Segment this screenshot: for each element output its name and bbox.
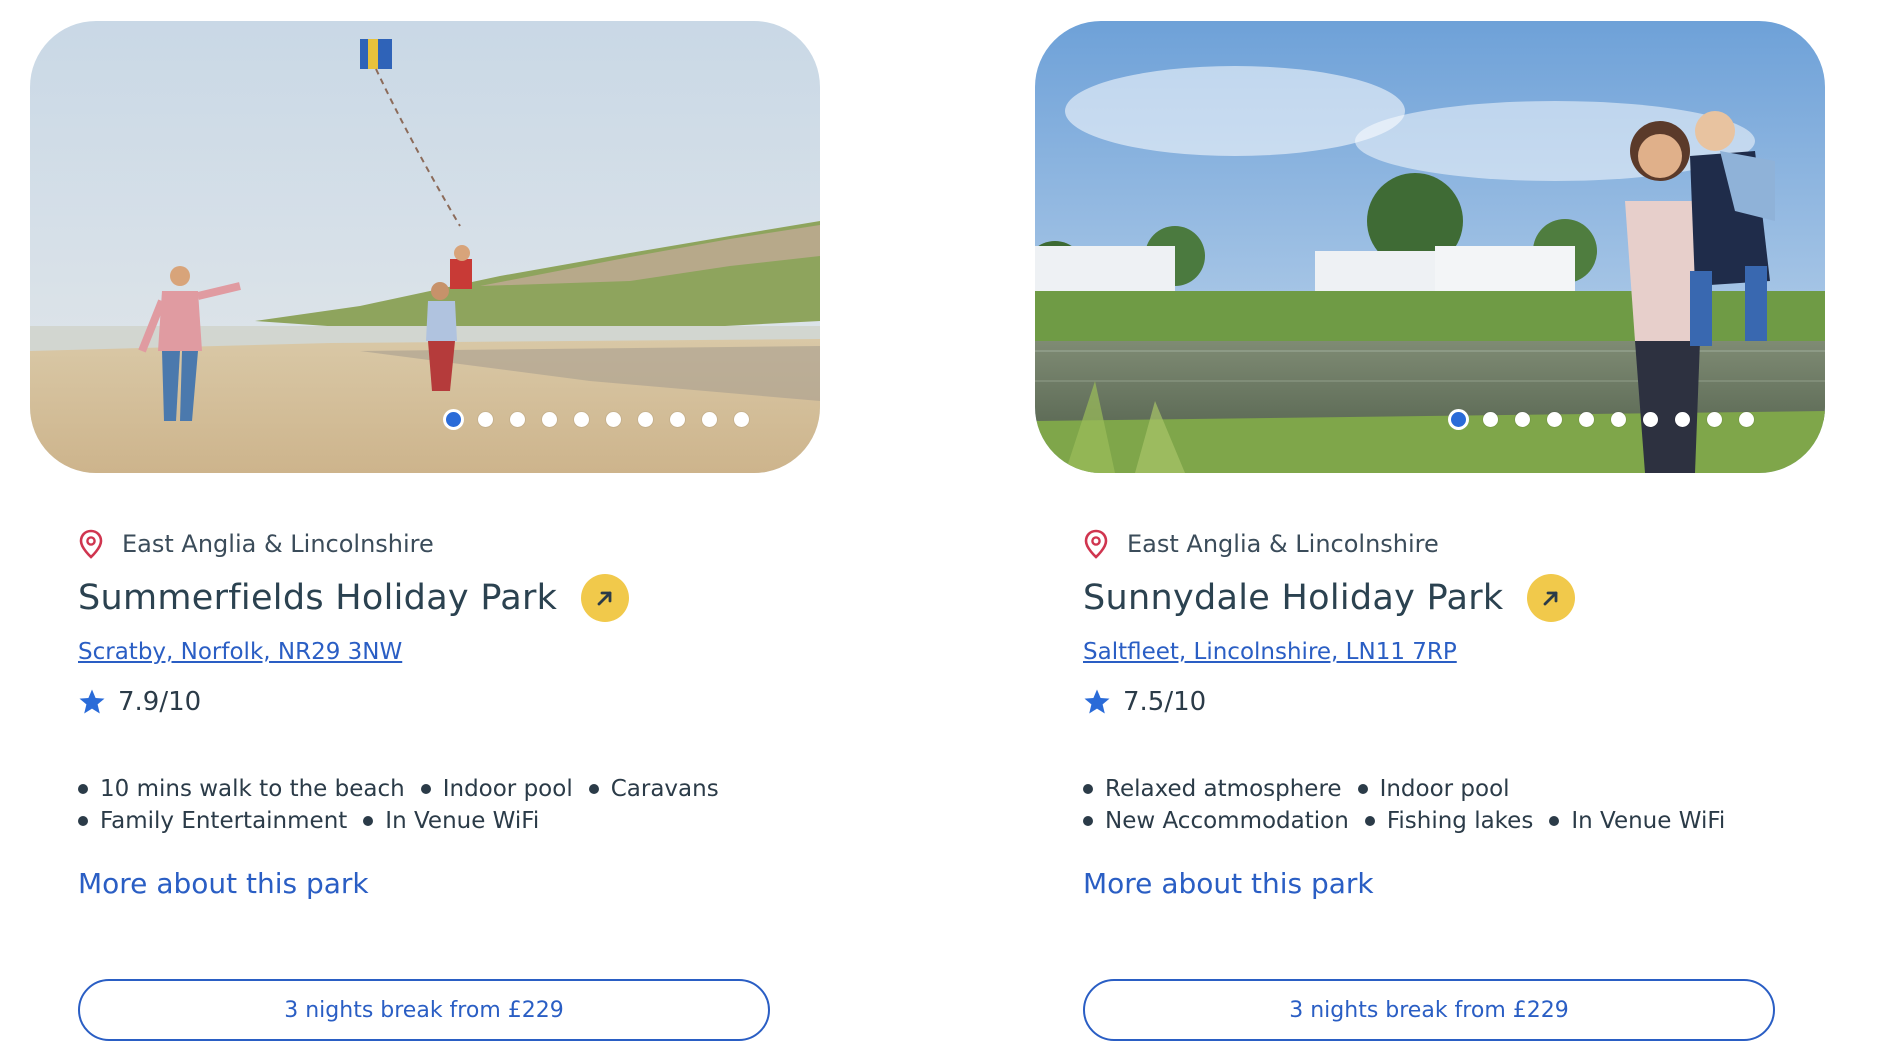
- feature-label: Indoor pool: [442, 776, 573, 802]
- bullet-icon: [1549, 816, 1560, 826]
- carousel-dot[interactable]: [510, 412, 525, 427]
- park-card: East Anglia & Lincolnshire Summerfields …: [30, 21, 820, 1051]
- region: East Anglia & Lincolnshire: [1083, 529, 1803, 559]
- feature-item: In Venue WiFi: [363, 807, 539, 835]
- carousel-dot[interactable]: [670, 412, 685, 427]
- rating-value: 7.9/10: [118, 687, 202, 717]
- arrow-up-right-icon: [1544, 591, 1558, 606]
- carousel-dot[interactable]: [574, 412, 589, 427]
- park-title-row: Sunnydale Holiday Park: [1083, 573, 1803, 623]
- more-about-park-link[interactable]: More about this park: [1083, 867, 1374, 900]
- carousel-dot[interactable]: [638, 412, 653, 427]
- carousel-dot[interactable]: [478, 412, 493, 427]
- more-about-park-link[interactable]: More about this park: [78, 867, 369, 900]
- carousel-dot[interactable]: [1643, 412, 1658, 427]
- carousel-dot[interactable]: [446, 412, 461, 427]
- carousel-dot[interactable]: [1611, 412, 1626, 427]
- park-address-link[interactable]: Scratby, Norfolk, NR29 3NW: [78, 639, 402, 665]
- rating-value: 7.5/10: [1123, 687, 1207, 717]
- park-name: Sunnydale Holiday Park: [1083, 578, 1504, 618]
- park-rating: 7.5/10: [1083, 687, 1803, 717]
- bullet-icon: [363, 816, 374, 826]
- carousel-dot[interactable]: [1739, 412, 1754, 427]
- carousel-dot[interactable]: [1675, 412, 1690, 427]
- bullet-icon: [78, 816, 88, 826]
- feature-item: Fishing lakes: [1364, 807, 1534, 835]
- beach-kite-photo: [30, 21, 820, 473]
- carousel-dots: [1451, 412, 1754, 427]
- feature-label: Family Entertainment: [100, 808, 348, 834]
- carousel-dot[interactable]: [1515, 412, 1530, 427]
- carousel-dot[interactable]: [1579, 412, 1594, 427]
- feature-list: 10 mins walk to the beach Indoor pool Ca…: [78, 775, 768, 835]
- star-icon: [1084, 689, 1110, 714]
- bullet-icon: [420, 784, 431, 794]
- lake-family-photo: [1035, 21, 1825, 473]
- feature-label: Fishing lakes: [1386, 808, 1534, 834]
- photo-carousel[interactable]: [30, 21, 820, 473]
- region-label: East Anglia & Lincolnshire: [122, 530, 434, 558]
- park-info: East Anglia & Lincolnshire Sunnydale Hol…: [1083, 529, 1803, 900]
- open-park-button[interactable]: [581, 574, 630, 622]
- bullet-icon: [1364, 816, 1375, 826]
- carousel-dots: [446, 412, 749, 427]
- feature-item: In Venue WiFi: [1549, 807, 1725, 835]
- bullet-icon: [1083, 784, 1093, 794]
- feature-item: Family Entertainment: [78, 807, 347, 835]
- carousel-dot[interactable]: [702, 412, 717, 427]
- carousel-dot[interactable]: [606, 412, 621, 427]
- carousel-dot[interactable]: [734, 412, 749, 427]
- feature-list: Relaxed atmosphere Indoor pool New Accom…: [1083, 775, 1773, 835]
- feature-label: In Venue WiFi: [385, 808, 540, 834]
- park-rating: 7.9/10: [78, 687, 798, 717]
- region-label: East Anglia & Lincolnshire: [1127, 530, 1439, 558]
- park-address-link[interactable]: Saltfleet, Lincolnshire, LN11 7RP: [1083, 639, 1457, 665]
- book-break-button[interactable]: 3 nights break from £229: [78, 979, 770, 1041]
- bullet-icon: [588, 784, 599, 794]
- feature-label: Indoor pool: [1379, 776, 1510, 802]
- carousel-dot[interactable]: [542, 412, 557, 427]
- feature-label: Relaxed atmosphere: [1105, 776, 1342, 802]
- region: East Anglia & Lincolnshire: [78, 529, 798, 559]
- park-info: East Anglia & Lincolnshire Summerfields …: [78, 529, 798, 900]
- feature-item: New Accommodation: [1083, 807, 1349, 835]
- feature-item: Caravans: [588, 775, 719, 803]
- feature-label: 10 mins walk to the beach: [100, 776, 405, 802]
- park-title-row: Summerfields Holiday Park: [78, 573, 798, 623]
- carousel-dot[interactable]: [1451, 412, 1466, 427]
- photo-carousel[interactable]: [1035, 21, 1825, 473]
- feature-label: In Venue WiFi: [1571, 808, 1726, 834]
- book-break-button[interactable]: 3 nights break from £229: [1083, 979, 1775, 1041]
- feature-label: New Accommodation: [1105, 808, 1349, 834]
- location-pin-icon: [79, 529, 103, 559]
- park-card: East Anglia & Lincolnshire Sunnydale Hol…: [1035, 21, 1825, 1051]
- carousel-dot[interactable]: [1547, 412, 1562, 427]
- park-name: Summerfields Holiday Park: [78, 578, 558, 618]
- location-pin-icon: [1084, 529, 1108, 559]
- feature-item: 10 mins walk to the beach: [78, 775, 405, 803]
- bullet-icon: [78, 784, 88, 794]
- feature-item: Indoor pool: [1357, 775, 1510, 803]
- bullet-icon: [1083, 816, 1093, 826]
- feature-item: Indoor pool: [420, 775, 573, 803]
- arrow-up-right-icon: [597, 591, 612, 606]
- star-icon: [79, 689, 105, 714]
- park-results: East Anglia & Lincolnshire Summerfields …: [0, 0, 1904, 1064]
- carousel-dot[interactable]: [1707, 412, 1722, 427]
- bullet-icon: [1357, 784, 1368, 794]
- feature-label: Caravans: [610, 776, 719, 802]
- open-park-button[interactable]: [1527, 574, 1576, 622]
- carousel-dot[interactable]: [1483, 412, 1498, 427]
- feature-item: Relaxed atmosphere: [1083, 775, 1342, 803]
